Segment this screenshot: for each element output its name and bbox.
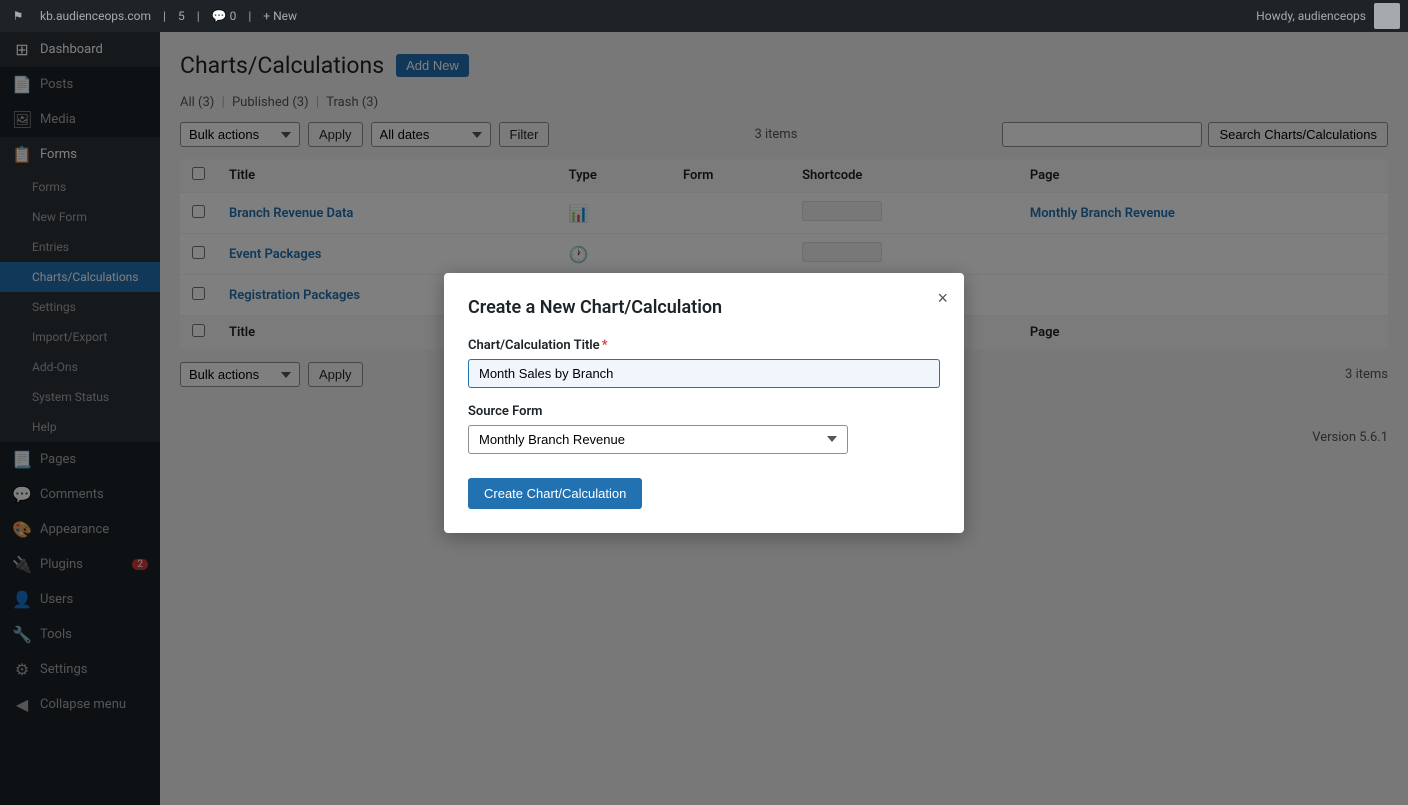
howdy-text: Howdy, audienceops bbox=[1256, 9, 1366, 23]
create-chart-modal: Create a New Chart/Calculation × Chart/C… bbox=[444, 273, 964, 533]
updates-count[interactable]: 5 bbox=[178, 9, 185, 23]
top-bar: ⚑ kb.audienceops.com | 5 | 💬 0 | + New H… bbox=[0, 0, 1408, 32]
modal-close-button[interactable]: × bbox=[937, 289, 948, 307]
modal-overlay: Create a New Chart/Calculation × Chart/C… bbox=[0, 0, 1408, 805]
site-name[interactable]: kb.audienceops.com bbox=[40, 9, 151, 23]
modal-title: Create a New Chart/Calculation bbox=[468, 297, 940, 318]
source-form-field: Source Form Monthly Branch Revenue Event… bbox=[468, 404, 940, 454]
create-chart-button[interactable]: Create Chart/Calculation bbox=[468, 478, 642, 509]
source-form-select[interactable]: Monthly Branch Revenue Event Packages Re… bbox=[468, 425, 848, 454]
title-field: Chart/Calculation Title* bbox=[468, 338, 940, 388]
user-avatar bbox=[1374, 3, 1400, 29]
wp-logo-icon[interactable]: ⚑ bbox=[8, 6, 28, 26]
source-form-label: Source Form bbox=[468, 404, 940, 419]
comments-icon[interactable]: 💬 0 bbox=[212, 9, 237, 23]
new-link[interactable]: + New bbox=[263, 9, 297, 23]
title-label: Chart/Calculation Title* bbox=[468, 338, 940, 353]
chart-title-input[interactable] bbox=[468, 359, 940, 388]
